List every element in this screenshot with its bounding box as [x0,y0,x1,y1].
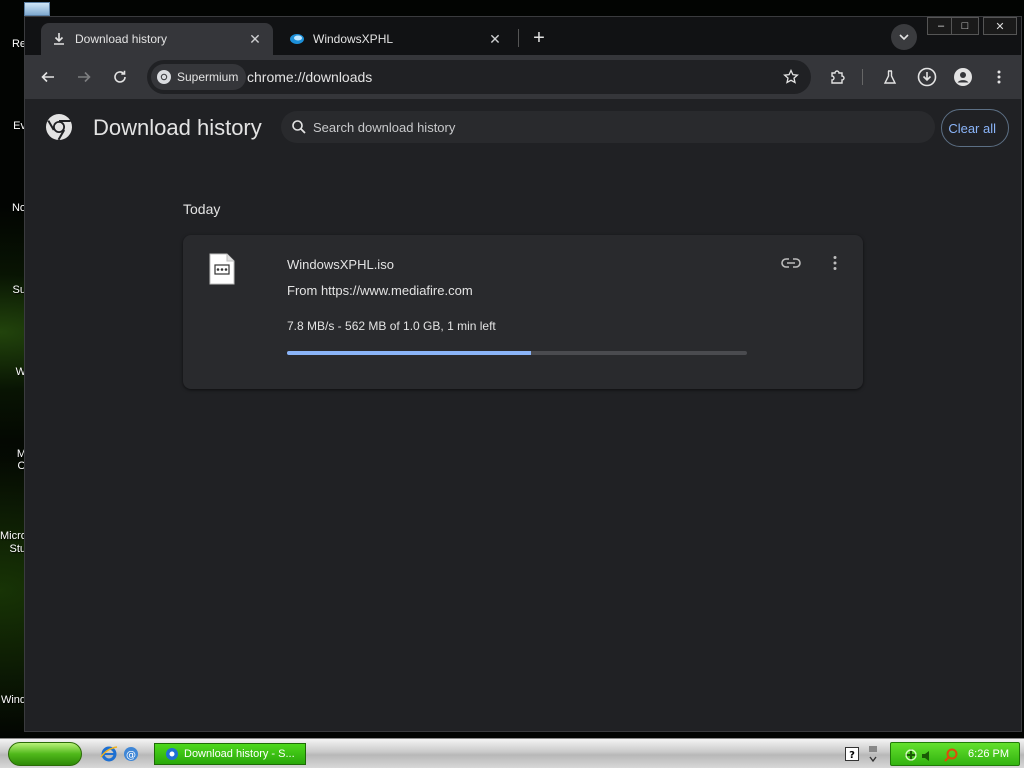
desktop-icon-label[interactable]: Stu [0,543,26,555]
chrome-logo-icon [46,114,72,141]
tab-strip: Download history ✕ WindowsXPHL ✕ + – □ ✕ [25,17,1021,55]
star-icon [783,69,799,84]
help-icon[interactable]: ? [845,747,859,761]
link-icon [781,258,801,268]
desktop-icon-label[interactable]: Wind [0,694,26,706]
desktop-icon-label[interactable]: Micro [0,530,26,542]
supermium-logo-icon [165,747,179,761]
clear-all-button[interactable]: Clear all [941,109,1009,147]
download-circle-icon [917,67,937,87]
svg-text:@: @ [126,750,136,761]
back-arrow-icon [41,71,54,83]
kebab-menu-icon [997,70,1001,84]
search-icon [292,120,306,134]
date-group-heading: Today [183,201,221,217]
svg-text:?: ? [849,750,855,761]
browser-window: Download history ✕ WindowsXPHL ✕ + – □ ✕ [24,16,1022,732]
more-actions-button[interactable] [823,253,847,273]
tab-search-button[interactable] [891,24,917,50]
close-window-button[interactable]: ✕ [983,17,1017,35]
internet-explorer-icon[interactable] [100,745,118,763]
file-icon [209,253,235,285]
address-bar[interactable]: Supermium chrome://downloads [147,60,811,94]
extensions-button[interactable] [822,62,852,92]
browser-menu-button[interactable] [984,62,1014,92]
tab-title: WindowsXPHL [313,32,394,46]
downloads-page: Download history Clear all Today Windows… [25,99,1021,731]
bookmark-star-button[interactable] [779,65,803,89]
maximize-button[interactable]: □ [951,17,979,35]
close-tab-icon[interactable]: ✕ [487,31,503,47]
browser-toolbar: Supermium chrome://downloads [25,55,1021,99]
desktop-icon-label[interactable]: No [0,202,26,214]
forward-button[interactable] [69,62,99,92]
toolbar-separator [862,69,863,85]
search-tray-icon[interactable] [943,747,959,763]
desktop-icon-label[interactable]: O [0,460,26,472]
taskbar: @ Download history - S... ? 6:26 PM [0,738,1024,768]
forward-arrow-icon [78,71,91,83]
tab-download-history[interactable]: Download history ✕ [41,23,273,55]
tab-divider [518,29,519,47]
new-tab-button[interactable]: + [527,26,551,50]
copy-link-button[interactable] [779,253,803,273]
recycle-bin-icon[interactable] [24,2,50,16]
close-tab-icon[interactable]: ✕ [247,31,263,47]
progress-bar [287,351,747,355]
download-icon [51,31,67,47]
taskbar-item-download-history[interactable]: Download history - S... [154,743,306,765]
back-button[interactable] [33,62,63,92]
file-source: From https://www.mediafire.com [287,283,473,298]
start-button[interactable] [8,742,82,766]
progress-bar-fill [287,351,531,355]
site-chip[interactable]: Supermium [151,64,247,90]
network-icon[interactable] [903,747,919,763]
system-tray: 6:26 PM [890,742,1020,766]
flask-icon [883,70,897,84]
progress-text: 7.8 MB/s - 562 MB of 1.0 GB, 1 min left [287,319,496,333]
site-chip-label: Supermium [177,70,239,84]
desktop-icon-label[interactable]: M [0,448,26,460]
windowsxphl-favicon [289,31,305,47]
desktop-icon-label[interactable]: W [0,366,26,378]
tray-overflow-icon[interactable] [866,744,880,764]
desktop-icon-label[interactable]: Ev [0,120,26,132]
kebab-menu-icon [833,256,837,270]
chevron-down-icon [899,34,909,41]
profile-button[interactable] [948,62,978,92]
download-item: WindowsXPHL.iso From https://www.mediafi… [183,235,863,389]
volume-icon[interactable] [921,749,935,761]
reload-button[interactable] [105,62,135,92]
page-header: Download history Clear all [25,99,1021,157]
search-downloads-box[interactable] [281,111,935,143]
url-text[interactable]: chrome://downloads [247,69,372,85]
tab-title: Download history [75,32,168,46]
clock: 6:26 PM [968,748,1009,760]
downloads-button[interactable] [912,62,942,92]
desktop-icon-label[interactable]: Re [0,38,26,50]
page-title: Download history [93,115,262,140]
search-input[interactable] [313,117,913,137]
taskbar-item-label: Download history - S... [184,748,295,760]
labs-button[interactable] [875,62,905,92]
tab-windowsxphl[interactable]: WindowsXPHL ✕ [279,23,513,55]
avatar-icon [954,68,972,86]
desktop-icon-label[interactable]: Su [0,284,26,296]
supermium-logo-icon [156,69,172,85]
reload-icon [114,70,126,83]
outlook-express-icon[interactable]: @ [122,745,140,763]
puzzle-icon [831,70,845,84]
file-name[interactable]: WindowsXPHL.iso [287,257,394,272]
